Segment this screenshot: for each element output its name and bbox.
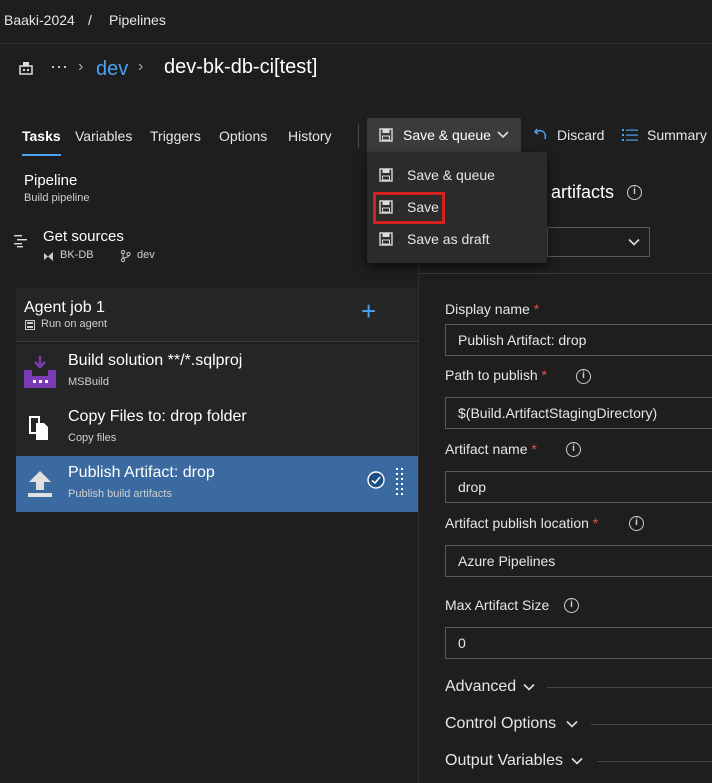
agent-job-header[interactable]: Agent job 1 Run on agent + bbox=[16, 288, 418, 342]
task-item-copy-files[interactable]: Copy Files to: drop folder Copy files bbox=[16, 400, 418, 456]
artifact-name-field[interactable]: drop bbox=[445, 471, 712, 503]
save-queue-label: Save & queue bbox=[403, 127, 491, 143]
menu-item-save-draft[interactable]: Save as draft bbox=[367, 223, 547, 255]
breadcrumb-separator: / bbox=[88, 12, 92, 28]
menu-item-label: Save & queue bbox=[407, 167, 495, 183]
task-subtitle: Publish build artifacts bbox=[68, 488, 172, 500]
more-icon[interactable]: ··· bbox=[50, 56, 68, 77]
section-divider bbox=[591, 724, 712, 725]
pipeline-title: Pipeline bbox=[24, 172, 78, 189]
get-sources-item[interactable]: Get sources BK-DB dev bbox=[0, 222, 418, 266]
save-icon bbox=[379, 128, 393, 142]
section-control-options[interactable]: Control Options bbox=[445, 715, 556, 733]
publish-location-select[interactable]: Azure Pipelines bbox=[445, 545, 712, 577]
check-circle-icon[interactable] bbox=[367, 471, 385, 489]
tab-history[interactable]: History bbox=[288, 128, 332, 144]
menu-item-label: Save as draft bbox=[407, 231, 490, 247]
highlight-box bbox=[373, 192, 445, 224]
repo-name: BK-DB bbox=[60, 249, 94, 261]
info-icon[interactable]: i bbox=[576, 369, 591, 384]
branch-name: dev bbox=[137, 249, 155, 261]
tab-tasks[interactable]: Tasks bbox=[22, 128, 61, 156]
tab-bar: Tasks Variables Triggers Options History bbox=[0, 118, 712, 156]
title-parent-link[interactable]: dev bbox=[96, 58, 128, 81]
agent-job-title: Agent job 1 bbox=[24, 299, 105, 316]
task-subtitle: MSBuild bbox=[68, 376, 109, 388]
breadcrumb-pipelines[interactable]: Pipelines bbox=[109, 12, 166, 28]
source-list-icon bbox=[14, 235, 27, 248]
save-icon bbox=[379, 232, 393, 246]
artifact-name-label: Artifact name * bbox=[445, 441, 537, 457]
chevron-down-icon[interactable] bbox=[566, 720, 578, 729]
task-item-publish-artifact[interactable]: Publish Artifact: drop Publish build art… bbox=[16, 456, 418, 512]
tab-options[interactable]: Options bbox=[219, 128, 267, 144]
agent-job-subtitle: Run on agent bbox=[41, 318, 108, 330]
breadcrumb-org[interactable]: Baaki-2024 bbox=[4, 12, 75, 28]
breadcrumb: Baaki-2024 / Pipelines bbox=[0, 0, 712, 44]
section-advanced[interactable]: Advanced bbox=[445, 678, 516, 696]
agent-icon bbox=[25, 320, 35, 330]
publish-location-label: Artifact publish location * bbox=[445, 515, 599, 531]
add-task-icon[interactable]: + bbox=[361, 296, 376, 326]
get-sources-title: Get sources bbox=[43, 228, 124, 245]
save-dropdown-menu: Save & queue Save Save as draft bbox=[367, 152, 547, 263]
summary-button[interactable]: Summary bbox=[647, 127, 707, 143]
msbuild-icon bbox=[24, 356, 56, 388]
section-divider bbox=[547, 687, 712, 688]
chevron-down-icon[interactable] bbox=[523, 683, 535, 692]
toolbar-divider bbox=[358, 124, 359, 148]
list-icon bbox=[622, 129, 638, 141]
task-list-panel: Pipeline Build pipeline Get sources BK-D… bbox=[0, 160, 418, 783]
chevron-down-icon[interactable] bbox=[571, 757, 583, 766]
branch-icon bbox=[120, 250, 131, 262]
undo-icon bbox=[533, 128, 547, 140]
section-output-variables[interactable]: Output Variables bbox=[445, 752, 563, 770]
task-item-build[interactable]: Build solution **/*.sqlproj MSBuild bbox=[16, 344, 418, 400]
display-name-field[interactable]: Publish Artifact: drop bbox=[445, 324, 712, 356]
tab-variables[interactable]: Variables bbox=[75, 128, 132, 144]
upload-icon bbox=[28, 471, 52, 497]
section-divider bbox=[597, 761, 712, 762]
save-queue-button[interactable]: Save & queue bbox=[367, 118, 521, 152]
chevron-right-icon: › bbox=[138, 58, 144, 75]
chevron-down-icon bbox=[628, 238, 640, 246]
path-label: Path to publish * bbox=[445, 367, 547, 383]
version-select[interactable] bbox=[547, 227, 650, 257]
pipeline-icon bbox=[19, 62, 33, 75]
pipeline-header[interactable]: Pipeline Build pipeline bbox=[0, 160, 418, 216]
chevron-right-icon: › bbox=[78, 58, 84, 75]
display-name-label: Display name * bbox=[445, 301, 540, 317]
max-size-field[interactable]: 0 bbox=[445, 627, 712, 659]
info-icon[interactable]: i bbox=[629, 516, 644, 531]
path-to-publish-field[interactable]: $(Build.ArtifactStagingDirectory) bbox=[445, 397, 712, 429]
task-name: Build solution **/*.sqlproj bbox=[68, 352, 243, 369]
task-name: Publish Artifact: drop bbox=[68, 464, 215, 481]
chevron-down-icon bbox=[497, 131, 509, 139]
task-subtitle: Copy files bbox=[68, 432, 117, 444]
save-icon bbox=[379, 168, 393, 182]
pipeline-subtitle: Build pipeline bbox=[24, 192, 90, 204]
pipeline-name[interactable]: dev-bk-db-ci[test] bbox=[164, 56, 317, 79]
copy-files-icon bbox=[29, 416, 48, 440]
panel-divider bbox=[419, 273, 712, 274]
max-size-label: Max Artifact Size bbox=[445, 597, 550, 613]
drag-handle-icon[interactable] bbox=[396, 468, 404, 496]
task-name: Copy Files to: drop folder bbox=[68, 408, 247, 425]
tab-triggers[interactable]: Triggers bbox=[150, 128, 201, 144]
repo-icon bbox=[44, 252, 53, 261]
details-header-title: artifacts bbox=[551, 182, 615, 202]
info-icon[interactable]: i bbox=[627, 185, 642, 200]
info-icon[interactable]: i bbox=[566, 442, 581, 457]
discard-button[interactable]: Discard bbox=[557, 127, 604, 143]
info-icon[interactable]: i bbox=[564, 598, 579, 613]
menu-item-save-queue[interactable]: Save & queue bbox=[367, 159, 547, 191]
title-bar: ··· › dev › dev-bk-db-ci[test] bbox=[0, 44, 712, 104]
